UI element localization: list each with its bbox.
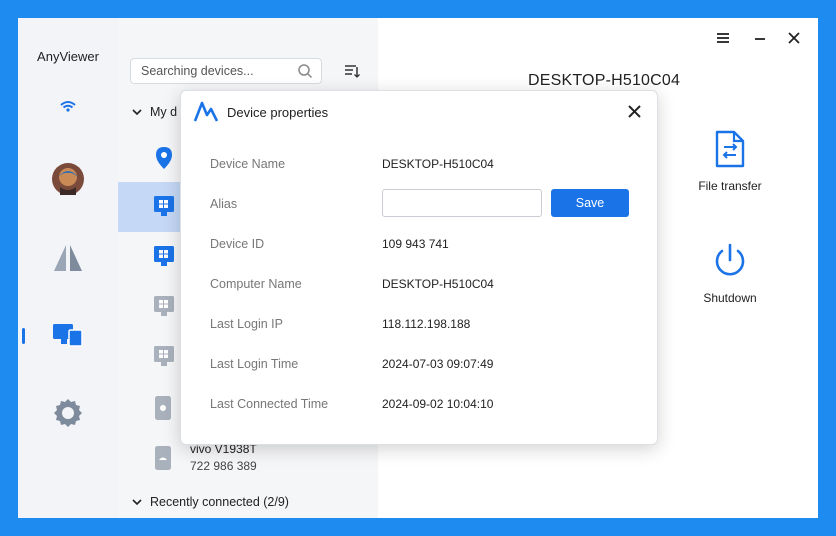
android-phone-icon <box>154 446 172 475</box>
remote-control-icon[interactable] <box>51 242 85 276</box>
dialog-title: Device properties <box>227 105 329 120</box>
active-indicator <box>22 328 25 344</box>
last-connected-time-label: Last Connected Time <box>210 397 329 411</box>
search-icon[interactable] <box>297 63 313 82</box>
device-id-value: 109 943 741 <box>382 237 449 251</box>
last-login-time-value: 2024-07-03 09:07:49 <box>382 357 494 371</box>
last-login-ip-value: 118.112.198.188 <box>382 317 471 331</box>
hamburger-icon[interactable] <box>715 30 731 46</box>
gear-icon[interactable] <box>51 396 85 430</box>
wifi-icon <box>51 96 85 130</box>
alias-label: Alias <box>210 197 238 211</box>
avatar[interactable] <box>52 163 86 197</box>
chevron-down-icon <box>132 495 142 509</box>
sort-icon[interactable] <box>344 63 360 84</box>
monitors-icon[interactable] <box>51 320 85 354</box>
file-transfer-button[interactable]: File transfer <box>675 130 785 193</box>
search-input[interactable] <box>131 59 291 83</box>
alias-input[interactable] <box>382 189 542 217</box>
windows-pc-icon <box>154 196 174 223</box>
last-login-time-label: Last Login Time <box>210 357 299 371</box>
group-recently-connected[interactable]: Recently connected (2/9) <box>132 495 289 509</box>
power-icon <box>711 243 749 284</box>
device-properties-dialog: Device properties Device Name DESKTOP-H5… <box>180 90 658 445</box>
windows-pc-offline-icon <box>154 346 174 373</box>
shutdown-label: Shutdown <box>703 291 757 305</box>
file-transfer-icon <box>713 130 747 172</box>
minimize-icon[interactable] <box>752 30 768 46</box>
computer-name-value: DESKTOP-H510C04 <box>382 277 494 291</box>
group-label: Recently connected (2/9) <box>150 495 289 509</box>
close-icon[interactable] <box>628 105 641 123</box>
app-title: AnyViewer <box>37 49 99 64</box>
group-my-devices[interactable]: My d <box>132 105 177 119</box>
save-button[interactable]: Save <box>551 189 629 217</box>
location-pin-icon <box>154 146 174 175</box>
search-box[interactable] <box>130 58 322 84</box>
windows-pc-offline-icon <box>154 296 174 323</box>
apple-phone-icon <box>154 396 172 425</box>
close-icon[interactable] <box>786 30 802 46</box>
anyviewer-logo-icon <box>193 99 219 130</box>
shutdown-button[interactable]: Shutdown <box>675 242 785 305</box>
device-name-label: Device Name <box>210 157 286 171</box>
last-connected-time-value: 2024-09-02 10:04:10 <box>382 397 494 411</box>
last-login-ip-label: Last Login IP <box>210 317 283 331</box>
chevron-down-icon <box>132 105 142 119</box>
device-id-label: Device ID <box>210 237 265 251</box>
device-name-value: DESKTOP-H510C04 <box>382 157 494 171</box>
file-transfer-label: File transfer <box>698 179 762 193</box>
nav-rail: AnyViewer <box>18 18 118 518</box>
device-title: DESKTOP-H510C04 <box>528 72 681 89</box>
computer-name-label: Computer Name <box>210 277 302 291</box>
device-id: 722 986 389 <box>190 459 257 473</box>
windows-pc-icon <box>154 246 174 273</box>
group-label: My d <box>150 105 178 119</box>
